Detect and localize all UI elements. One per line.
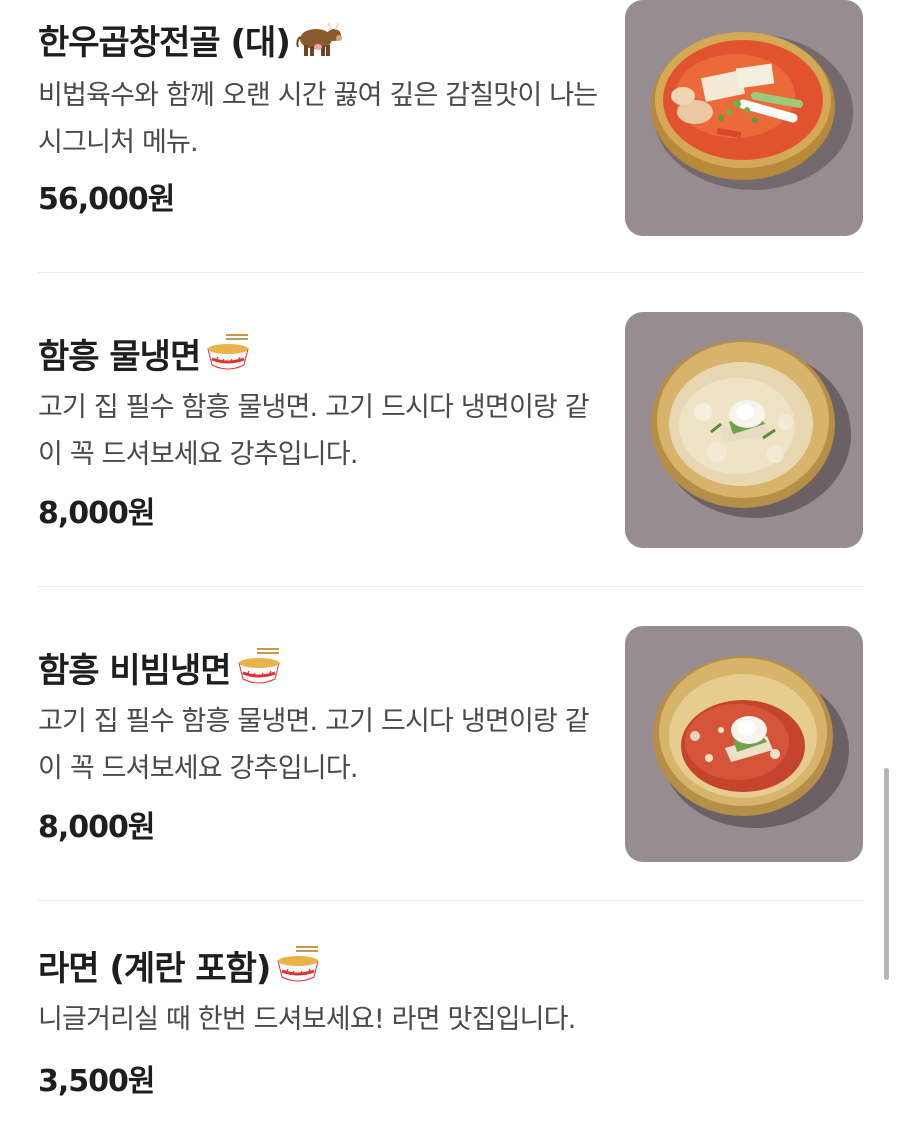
menu-item-gopchang-jeongol[interactable]: 한우곱창전골 (대) 비법육수와 함께 오랜 시간 끓여 깊은 감칠맛이 나는 … xyxy=(38,0,864,236)
menu-item-name-text: 한우곱창전골 (대) xyxy=(38,22,291,63)
menu-item-name-text: 라면 (계란 포함) xyxy=(38,948,271,989)
divider xyxy=(38,272,864,273)
menu-item-price: 8,000원 xyxy=(38,496,155,531)
menu-item-price: 3,500원 xyxy=(38,1064,155,1099)
divider xyxy=(38,586,864,587)
menu-item-description: 고기 집 필수 함흥 물냉면. 고기 드시다 냉면이랑 같이 꼭 드셔보세요 강… xyxy=(38,392,590,470)
menu-item-name: 함흥 물냉면 xyxy=(38,330,252,377)
menu-item-name-text: 함흥 비빔냉면 xyxy=(38,650,232,691)
menu-item-name: 함흥 비빔냉면 xyxy=(38,644,283,691)
menu-item-photo-bibim-naengmyeon xyxy=(625,626,863,862)
menu-item-description: 비법육수와 함께 오랜 시간 끓여 깊은 감칠맛이 나는 시그니처 메뉴. xyxy=(38,80,598,158)
menu-item-price: 8,000원 xyxy=(38,810,155,845)
menu-list: 한우곱창전골 (대) 비법육수와 함께 오랜 시간 끓여 깊은 감칠맛이 나는 … xyxy=(0,0,900,1128)
menu-item-name-text: 함흥 물냉면 xyxy=(38,336,201,377)
menu-item-photo-mul-naengmyeon xyxy=(625,312,863,548)
menu-item-photo-gopchang-jeongol xyxy=(625,0,863,236)
noodle-bowl-emoji-icon xyxy=(204,331,252,375)
divider xyxy=(38,900,864,901)
scrollbar[interactable] xyxy=(884,768,889,980)
noodle-bowl-emoji-icon xyxy=(274,943,322,987)
menu-item-bibim-naengmyeon[interactable]: 함흥 비빔냉면 고기 집 필수 함흥 물냉면. 고기 드시다 냉면이랑 같이 꼭… xyxy=(38,626,864,862)
menu-item-name: 한우곱창전골 (대) xyxy=(38,16,342,63)
menu-item-name: 라면 (계란 포함) xyxy=(38,942,322,989)
menu-item-price: 56,000원 xyxy=(38,182,175,217)
menu-item-description: 고기 집 필수 함흥 물냉면. 고기 드시다 냉면이랑 같이 꼭 드셔보세요 강… xyxy=(38,706,590,784)
menu-item-description: 니글거리실 때 한번 드셔보세요! 라면 맛집입니다. xyxy=(38,1004,576,1035)
noodle-bowl-emoji-icon xyxy=(235,645,283,689)
menu-item-ramyeon[interactable]: 라면 (계란 포함) 니글거리실 때 한번 드셔보세요! 라면 맛집입니다. 3… xyxy=(38,936,864,1099)
menu-item-mul-naengmyeon[interactable]: 함흥 물냉면 고기 집 필수 함흥 물냉면. 고기 드시다 냉면이랑 같이 꼭 … xyxy=(38,312,864,548)
cow-emoji-icon xyxy=(294,17,342,61)
